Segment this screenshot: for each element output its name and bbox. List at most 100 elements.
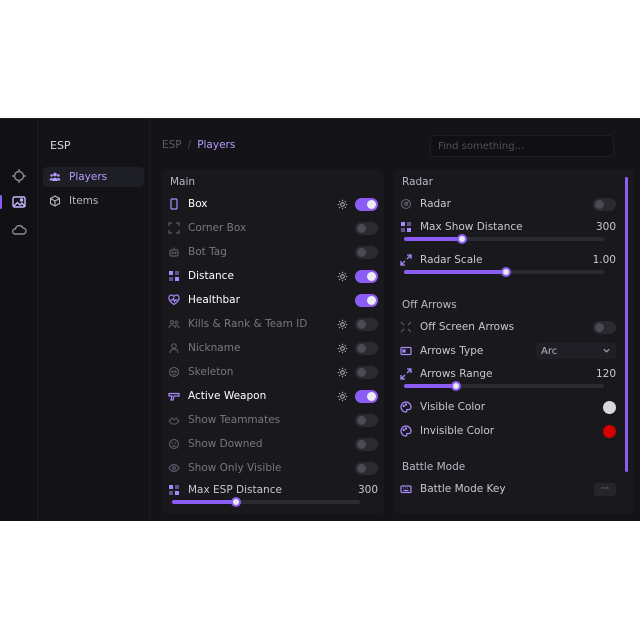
distance-icon <box>168 270 180 282</box>
toggle-switch[interactable] <box>355 389 378 403</box>
setting-row-show-downed: Show Downed <box>168 434 378 454</box>
image-icon[interactable] <box>10 193 28 211</box>
toggle-switch[interactable] <box>355 341 378 355</box>
setting-row-radar: Radar <box>400 194 616 214</box>
setting-row-corner-box: Corner Box <box>168 218 378 238</box>
toggle-switch[interactable] <box>355 365 378 379</box>
esp-window: ESP Players Items ESP / Players Main Box <box>0 118 640 521</box>
setting-label: Battle Mode Key <box>420 483 506 495</box>
setting-row-show-teammates: Show Teammates <box>168 410 378 430</box>
setting-label: Arrows Range <box>420 368 493 380</box>
keybind-button[interactable]: ··· <box>594 482 616 496</box>
setting-label: Show Teammates <box>188 414 281 426</box>
max-esp-distance-slider[interactable] <box>172 497 360 507</box>
toggle-switch[interactable] <box>355 413 378 427</box>
toggle-switch[interactable] <box>593 320 616 334</box>
toggle-switch[interactable] <box>355 197 378 211</box>
setting-label: Max ESP Distance <box>188 484 282 496</box>
expand-icon <box>400 368 412 380</box>
nav-item-label: Players <box>69 171 108 183</box>
setting-row-off-screen-arrows: Off Screen Arrows <box>400 317 616 337</box>
slider-fill <box>404 270 506 274</box>
arrows-range-slider[interactable] <box>404 381 604 391</box>
arrows-icon <box>400 321 412 333</box>
visible-color-swatch[interactable] <box>603 400 616 414</box>
setting-label: Arrows Type <box>420 345 484 357</box>
heart-pulse-icon <box>168 294 180 306</box>
slider-value: 1.00 <box>592 254 616 266</box>
setting-label: Max Show Distance <box>420 221 523 233</box>
slider-handle[interactable] <box>451 381 461 391</box>
toggle-switch[interactable] <box>355 437 378 451</box>
cloud-icon[interactable] <box>10 221 28 239</box>
slider-handle[interactable] <box>457 234 467 244</box>
toggle-switch[interactable] <box>355 461 378 475</box>
palette-icon <box>400 401 412 413</box>
search-input[interactable] <box>430 135 614 157</box>
breadcrumb-current: Players <box>197 139 236 151</box>
arrows-type-select[interactable]: Arc <box>536 343 616 359</box>
gear-icon[interactable] <box>337 271 348 282</box>
gear-icon[interactable] <box>337 319 348 330</box>
bot-icon <box>168 246 180 258</box>
icon-rail <box>0 119 38 521</box>
setting-row-bot-tag: Bot Tag <box>168 242 378 262</box>
keyboard-icon <box>400 483 412 495</box>
eye-icon <box>168 462 180 474</box>
setting-label: Kills & Rank & Team ID <box>188 318 308 330</box>
rail-active-marker <box>0 195 2 209</box>
corner-icon <box>168 222 180 234</box>
slider-handle[interactable] <box>230 497 241 507</box>
setting-row-invisible-color: Invisible Color <box>400 421 616 441</box>
hands-icon <box>168 414 180 426</box>
slider-value: 120 <box>595 368 616 380</box>
gear-icon[interactable] <box>337 391 348 402</box>
slider-handle[interactable] <box>501 267 511 277</box>
slider-value: 300 <box>357 484 378 496</box>
max-show-distance-slider[interactable] <box>404 234 604 244</box>
section-title-radar: Radar <box>402 176 433 188</box>
setting-row-show-only-visible: Show Only Visible <box>168 458 378 478</box>
setting-row-arrows-range: Arrows Range 120 <box>400 364 616 384</box>
chevron-down-icon <box>603 348 610 353</box>
breadcrumb-root[interactable]: ESP <box>162 139 182 151</box>
toggle-switch[interactable] <box>355 293 378 307</box>
gear-icon[interactable] <box>337 343 348 354</box>
gear-icon[interactable] <box>337 367 348 378</box>
nav-item-players[interactable]: Players <box>43 167 144 187</box>
setting-label: Active Weapon <box>188 390 267 402</box>
setting-label: Skeleton <box>188 366 234 378</box>
setting-label: Distance <box>188 270 234 282</box>
setting-label: Radar <box>420 198 451 210</box>
toggle-switch[interactable] <box>593 197 616 211</box>
gear-icon[interactable] <box>337 199 348 210</box>
palette-icon <box>400 425 412 437</box>
setting-row-arrows-type: Arrows Type Arc <box>400 341 616 361</box>
setting-row-battle-mode-key: Battle Mode Key ··· <box>400 479 616 499</box>
nav-item-items[interactable]: Items <box>43 191 144 211</box>
distance-icon <box>168 484 180 496</box>
setting-label: Corner Box <box>188 222 247 234</box>
section-title-off-arrows: Off Arrows <box>402 299 457 311</box>
toggle-switch[interactable] <box>355 221 378 235</box>
slider-fill <box>404 384 456 388</box>
setting-row-kills-rank-team: Kills & Rank & Team ID <box>168 314 378 334</box>
expand-icon <box>400 254 412 266</box>
section-title-main: Main <box>170 176 196 188</box>
box-icon <box>49 195 61 207</box>
toggle-switch[interactable] <box>355 269 378 283</box>
setting-label: Show Downed <box>188 438 263 450</box>
gun-icon <box>168 390 180 402</box>
setting-label: Bot Tag <box>188 246 227 258</box>
crosshair-icon[interactable] <box>10 167 28 185</box>
setting-label: Show Only Visible <box>188 462 282 474</box>
setting-row-distance: Distance <box>168 266 378 286</box>
slider-fill <box>404 237 462 241</box>
breadcrumb: ESP / Players <box>162 139 235 151</box>
scrollbar[interactable] <box>625 177 628 472</box>
toggle-switch[interactable] <box>355 317 378 331</box>
toggle-switch[interactable] <box>355 245 378 259</box>
radar-scale-slider[interactable] <box>404 267 604 277</box>
invisible-color-swatch[interactable] <box>603 424 616 438</box>
setting-label: Healthbar <box>188 294 240 306</box>
